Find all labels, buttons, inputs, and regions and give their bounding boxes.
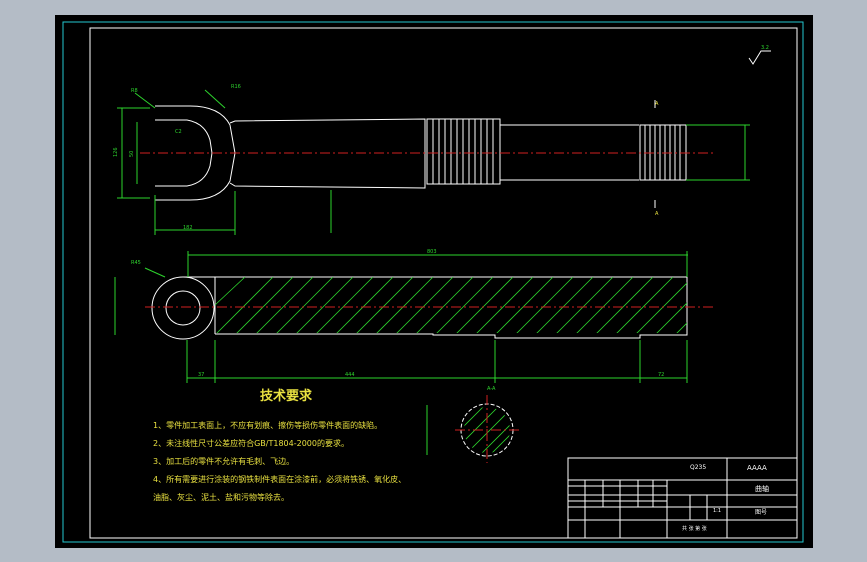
svg-text:50: 50 [129,151,135,157]
knurl-1 [432,119,494,184]
svg-text:182: 182 [183,225,193,231]
section-a-a: A-A [426,386,519,463]
svg-text:803: 803 [427,249,437,255]
tech-title: 技术要求 [260,388,313,404]
req-2: 2、未注线性尺寸公差应符合GB/T1804-2000的要求。 [153,438,349,448]
front-view: 803 37 444 72 R45 [114,249,715,383]
req-1: 1、零件加工表面上，不应有划痕、擦伤等损伤零件表面的缺陷。 [153,420,382,430]
req-4: 4、所有需要进行涂装的钢铁制件表面在涂漆前，必须将铁锈、氧化皮、 [153,474,406,484]
svg-text:3.2: 3.2 [761,45,769,51]
code-label: AAAA [747,464,767,472]
svg-text:C2: C2 [175,129,182,135]
section-hatch [215,277,687,333]
svg-text:A-A: A-A [487,386,496,392]
material-label: Q235 [690,464,706,471]
svg-text:126: 126 [113,147,119,157]
part-name: 曲轴 [755,484,769,493]
roughness-symbol: 3.2 [748,45,771,65]
drawing-canvas: 3.2 A A 126 50 182 R8 R16 C2 803 37 444 … [62,21,804,543]
svg-text:R8: R8 [131,88,138,94]
top-view: A A 126 50 182 R8 R16 C2 [113,84,750,235]
svg-text:444: 444 [345,372,355,378]
req-3: 3、加工后的零件不允许有毛刺、飞边。 [153,456,294,466]
svg-text:A: A [655,211,659,217]
svg-text:R16: R16 [231,84,241,90]
sheets: 共 张 第 张 [682,525,707,532]
drawing-number: 图号 [755,509,767,516]
svg-text:37: 37 [198,372,204,378]
technical-requirements: 技术要求 1、零件加工表面上，不应有划痕、擦伤等损伤零件表面的缺陷。 2、未注线… [153,388,406,502]
req-5: 油脂、灰尘、泥土、盐和污物等除去。 [153,492,289,502]
scale: 1:1 [713,508,721,514]
cad-viewport[interactable]: 3.2 A A 126 50 182 R8 R16 C2 803 37 444 … [55,15,813,548]
svg-text:A: A [655,101,659,107]
title-block: Q235 AAAA 曲轴 图号 1:1 共 张 第 张 [567,457,798,539]
svg-text:72: 72 [658,372,664,378]
svg-text:R45: R45 [131,260,141,266]
